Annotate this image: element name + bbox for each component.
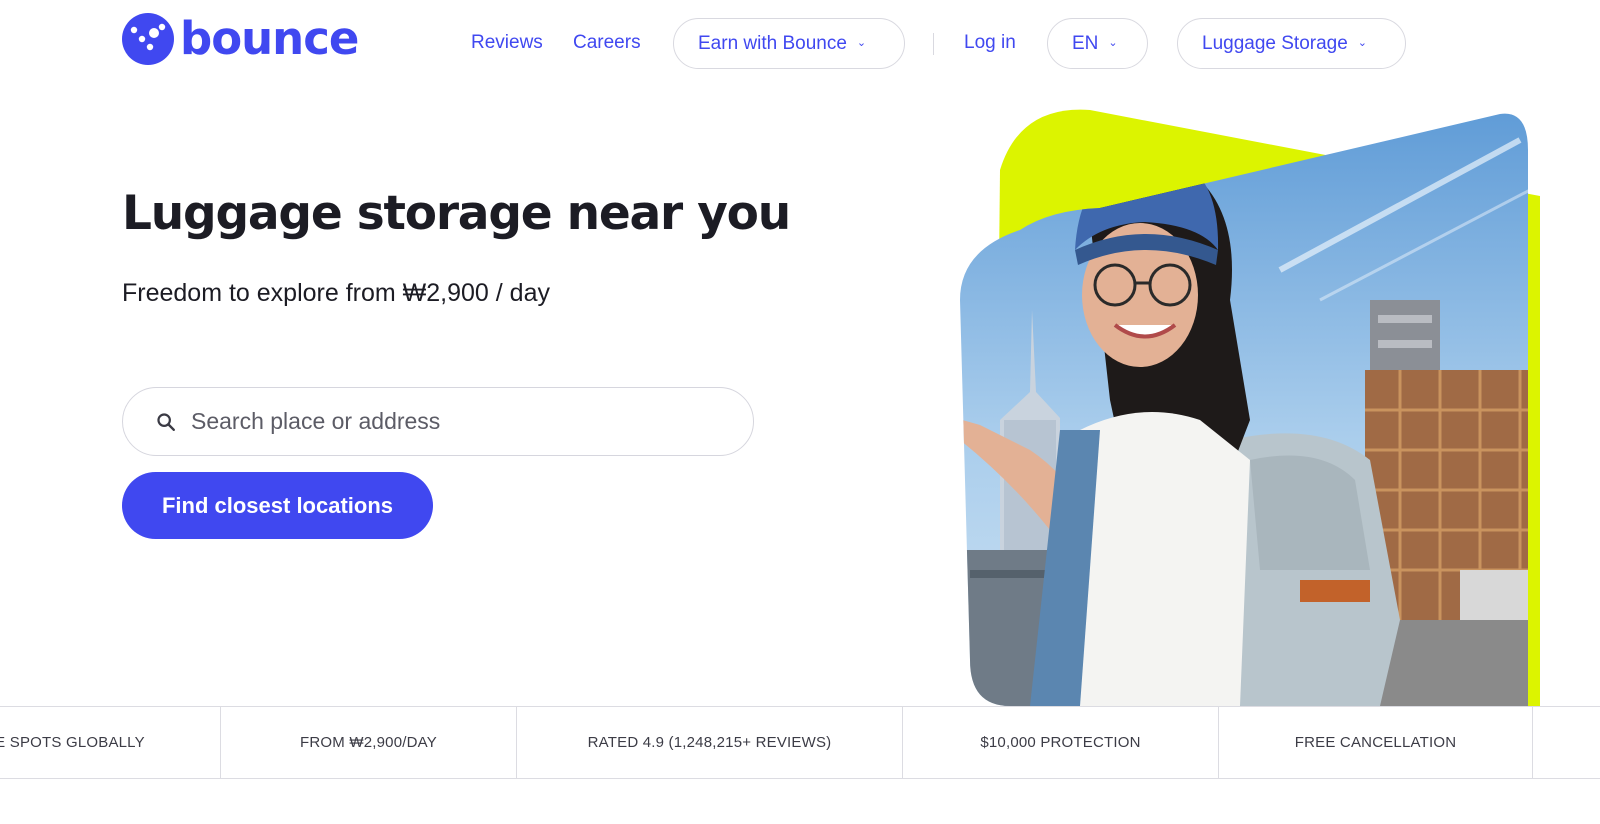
- logo-wordmark: bounce: [180, 12, 359, 65]
- feature-rating: RATED 4.9 (1,248,215+ REVIEWS): [517, 707, 903, 778]
- luggage-storage-label: Luggage Storage: [1202, 32, 1348, 54]
- feature-spots-globally: E SPOTS GLOBALLY: [0, 707, 221, 778]
- feature-price: FROM ₩2,900/DAY: [221, 707, 517, 778]
- chevron-down-icon: ⌄: [856, 37, 867, 49]
- bounce-logo[interactable]: bounce: [122, 12, 359, 65]
- features-strip: E SPOTS GLOBALLY FROM ₩2,900/DAY RATED 4…: [0, 706, 1600, 779]
- nav-reviews-link[interactable]: Reviews: [471, 30, 543, 56]
- hero-subtitle: Freedom to explore from ₩2,900 / day: [122, 279, 550, 307]
- feature-free-cancellation: FREE CANCELLATION: [1219, 707, 1533, 778]
- chevron-down-icon: ⌄: [1357, 37, 1368, 49]
- login-link[interactable]: Log in: [964, 30, 1016, 56]
- earn-with-bounce-label: Earn with Bounce: [698, 32, 847, 54]
- bounce-logo-icon: [122, 13, 174, 65]
- search-box[interactable]: [122, 387, 754, 456]
- language-label: EN: [1072, 32, 1099, 54]
- feature-protection: $10,000 PROTECTION: [903, 707, 1219, 778]
- page-title: Luggage storage near you: [122, 186, 791, 241]
- language-dropdown[interactable]: EN ⌄: [1047, 18, 1148, 69]
- earn-with-bounce-dropdown[interactable]: Earn with Bounce ⌄: [673, 18, 905, 69]
- find-closest-locations-button[interactable]: Find closest locations: [122, 472, 433, 539]
- nav-careers-link[interactable]: Careers: [573, 30, 641, 56]
- nav-divider: [933, 33, 934, 55]
- chevron-down-icon: ⌄: [1108, 37, 1118, 49]
- luggage-storage-dropdown[interactable]: Luggage Storage ⌄: [1177, 18, 1406, 69]
- search-icon: [157, 412, 175, 431]
- site-header: bounce Reviews Careers Earn with Bounce …: [0, 0, 1600, 88]
- traveler-photo: [960, 109, 1540, 706]
- search-input[interactable]: [191, 408, 711, 435]
